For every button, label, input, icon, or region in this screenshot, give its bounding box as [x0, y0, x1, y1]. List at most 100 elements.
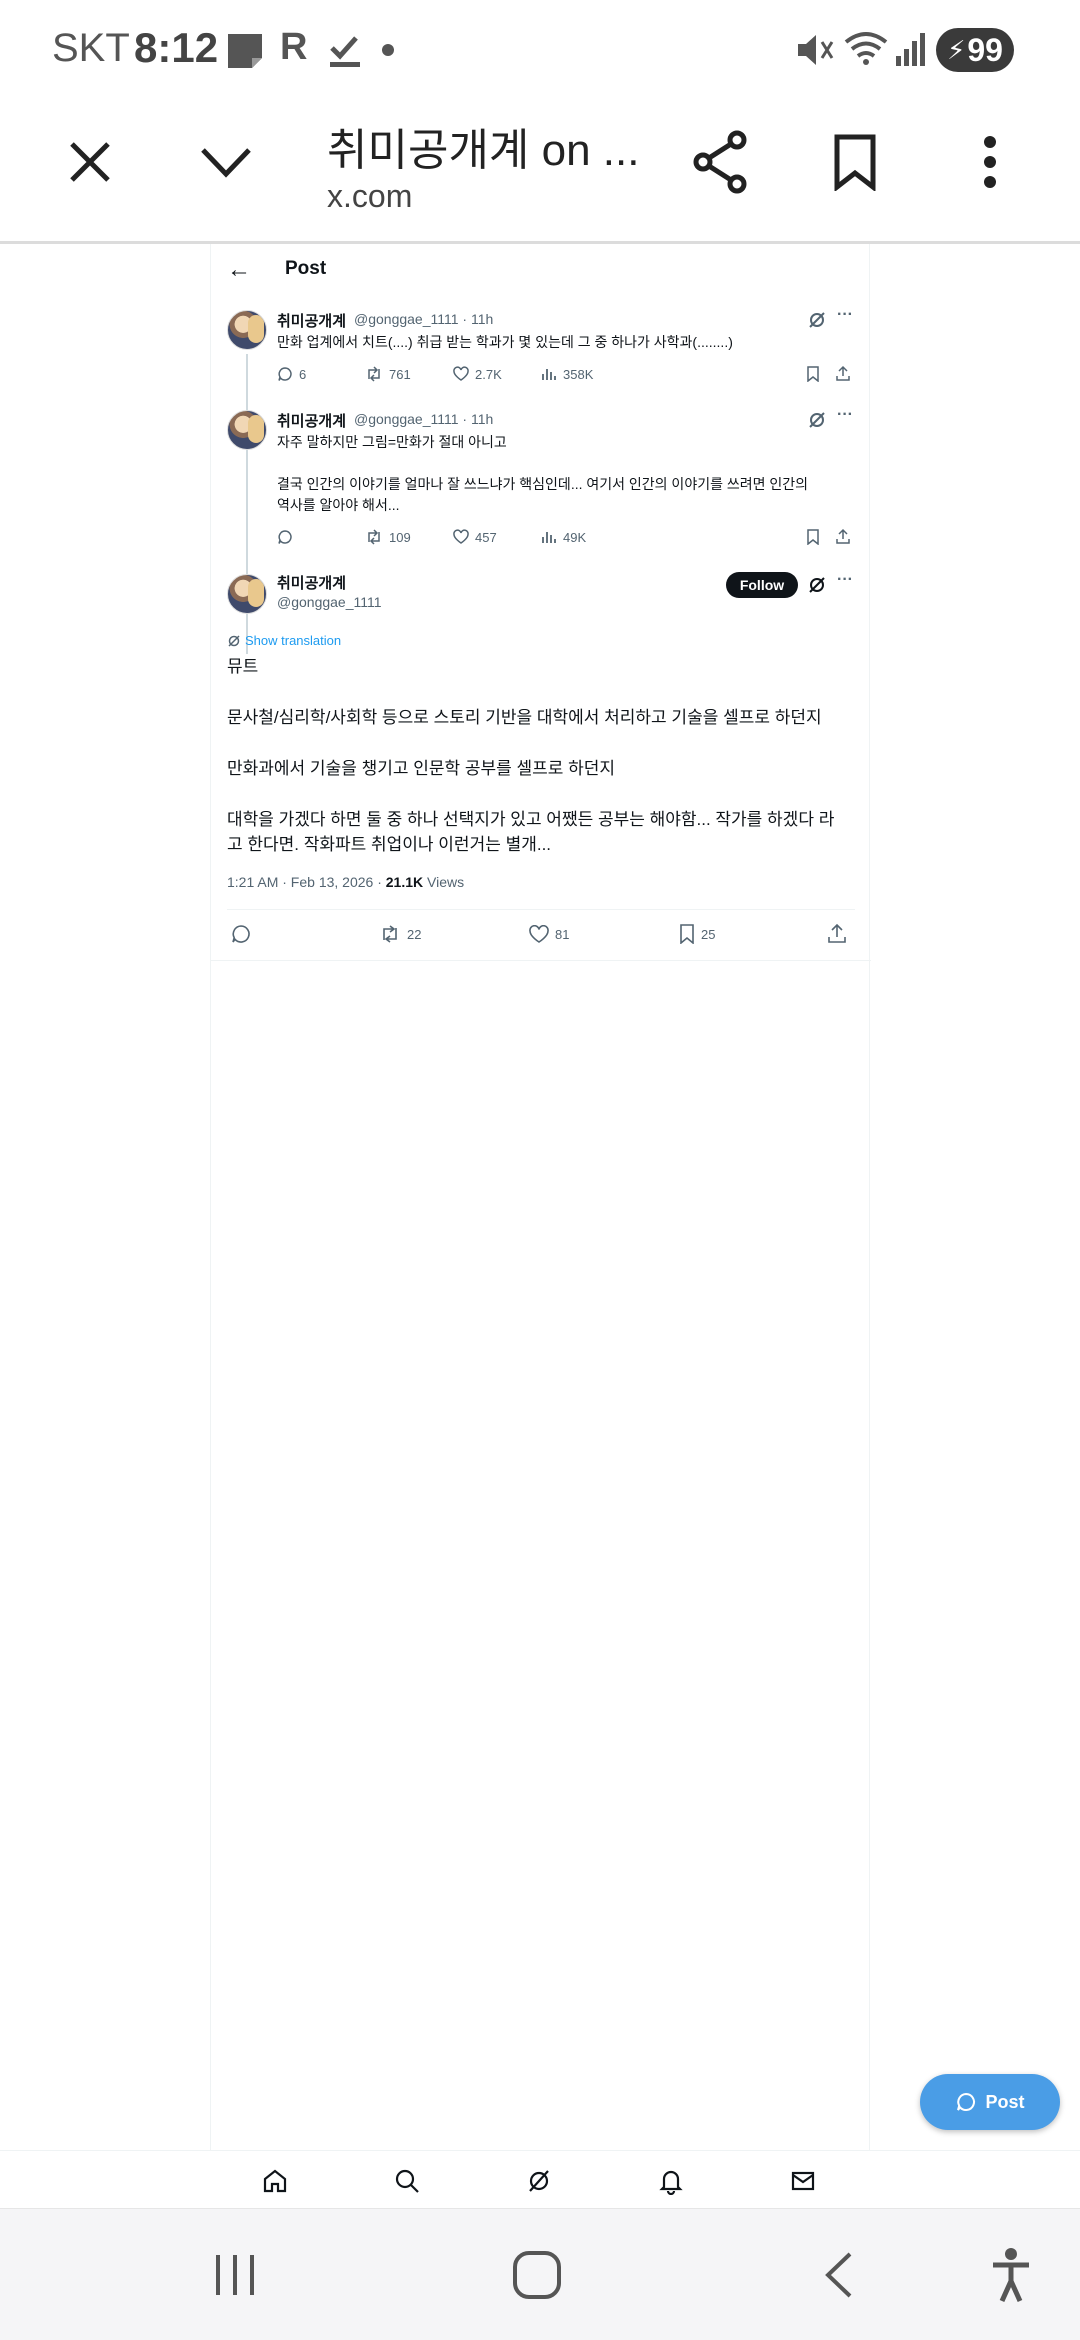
views-count: 358K — [563, 366, 594, 382]
home-button-icon[interactable] — [502, 2245, 572, 2305]
author-name[interactable]: 취미공개계 — [277, 410, 346, 431]
signal-icon — [894, 30, 928, 68]
retweet-icon — [379, 925, 401, 943]
x-post-page: ← Post 취미공개계 @gonggae_1111 · 11h ··· 만화 … — [210, 244, 871, 2150]
views-chart-icon — [541, 366, 557, 382]
retweet-count: 761 — [389, 366, 411, 382]
like-count: 81 — [555, 926, 570, 942]
follow-button[interactable]: Follow — [726, 572, 798, 598]
carrier-label: SKT — [52, 26, 130, 70]
battery-charging-icon: ⚡ 99 — [936, 28, 1014, 72]
custom-tab-toolbar: 취미공개계 on ... x.com — [0, 96, 1080, 244]
grok-icon[interactable] — [521, 2163, 557, 2199]
reply-button[interactable] — [231, 924, 251, 944]
like-button[interactable]: 2.7K — [453, 366, 502, 382]
bookmark-button[interactable]: 25 — [679, 924, 715, 944]
tweet-paragraph: 대학을 가겠다 하면 둘 중 하나 선택지가 있고 어쨌든 공부는 해야함...… — [227, 810, 835, 854]
reply-button[interactable] — [277, 529, 299, 545]
author-handle[interactable]: @gonggae_1111 — [277, 594, 382, 610]
bookmark-icon[interactable] — [806, 366, 820, 387]
bookmark-icon — [679, 924, 695, 944]
avatar[interactable] — [227, 410, 267, 450]
share-icon[interactable] — [827, 923, 847, 949]
tweet-text: 만화 업계에서 치트(....) 취급 받는 학과가 몇 있는데 그 중 하나가… — [277, 334, 733, 350]
tweet-paragraph: 뮤트 — [227, 657, 259, 676]
like-button[interactable]: 457 — [453, 529, 497, 545]
heart-icon — [529, 925, 549, 943]
bookmark-icon[interactable] — [815, 122, 895, 202]
reply-button[interactable]: 6 — [277, 366, 306, 382]
accessibility-icon[interactable] — [976, 2245, 1046, 2305]
retweet-icon — [365, 529, 383, 545]
x-bottom-tab-bar — [0, 2150, 1080, 2208]
avatar[interactable] — [227, 310, 267, 350]
chevron-down-icon[interactable] — [186, 122, 266, 202]
reply-icon — [277, 366, 293, 382]
author-handle-time: @gonggae_1111 · 11h — [354, 411, 494, 427]
views-chart-icon — [541, 529, 557, 545]
compose-post-label: Post — [985, 2091, 1025, 2112]
note-icon — [226, 32, 264, 70]
retweet-button[interactable]: 109 — [365, 529, 411, 545]
share-icon[interactable] — [835, 365, 851, 387]
system-navigation-bar — [0, 2208, 1080, 2340]
post-header: ← Post — [211, 244, 871, 300]
show-translation-label: Show translation — [245, 633, 342, 648]
views-button[interactable]: 358K — [541, 366, 593, 382]
reply-count: 6 — [299, 366, 307, 382]
tweet-paragraph: 만화과에서 기술을 챙기고 인문학 공부를 셀프로 하던지 — [227, 759, 616, 778]
recent-apps-icon[interactable] — [200, 2245, 270, 2305]
heart-icon — [453, 529, 469, 545]
page-url: x.com — [327, 178, 413, 214]
back-arrow-icon[interactable]: ← — [227, 256, 251, 284]
back-icon[interactable] — [804, 2245, 874, 2305]
retweet-count: 22 — [407, 926, 422, 942]
show-translation-link[interactable]: Show translation — [227, 633, 341, 648]
retweet-count: 109 — [389, 529, 411, 545]
views-button[interactable]: 49K — [541, 529, 586, 545]
like-button[interactable]: 81 — [529, 925, 569, 943]
grok-icon[interactable] — [807, 410, 827, 430]
grok-icon[interactable] — [807, 575, 827, 595]
wifi-icon — [842, 28, 890, 68]
views-label: Views — [423, 874, 465, 890]
battery-level: 99 — [967, 31, 1003, 68]
download-check-icon — [328, 32, 362, 68]
more-icon[interactable]: ··· — [837, 406, 853, 424]
more-icon[interactable]: ··· — [837, 571, 853, 589]
retweet-button[interactable]: 22 — [379, 925, 421, 943]
share-icon[interactable] — [681, 122, 761, 202]
compose-post-button[interactable]: Post — [920, 2074, 1060, 2130]
more-icon[interactable]: ··· — [837, 306, 853, 324]
close-icon[interactable] — [50, 122, 130, 202]
views-count: 49K — [563, 529, 587, 545]
retweet-button[interactable]: 761 — [365, 366, 411, 382]
bookmark-icon[interactable] — [806, 529, 820, 550]
more-options-icon[interactable] — [950, 122, 1030, 202]
tweet-timestamp: 1:21 AM · Feb 13, 2026 · 21.1K Views — [227, 874, 464, 890]
bookmark-count: 25 — [701, 926, 716, 942]
mute-icon — [796, 32, 836, 68]
tweet-text: 자주 말하지만 그림=만화가 절대 아니고 결국 인간의 이야기를 얼마나 잘 … — [277, 434, 809, 513]
like-count: 2.7K — [475, 366, 502, 382]
author-name[interactable]: 취미공개계 — [277, 572, 346, 593]
grok-icon — [227, 634, 241, 648]
tweet-paragraph: 문사철/심리학/사회학 등으로 스토리 기반을 대학에서 처리하고 기술을 셀프… — [227, 708, 822, 727]
chat-bubble-icon — [955, 2091, 977, 2113]
views-count: 21.1K — [385, 874, 424, 890]
divider — [211, 960, 871, 961]
home-icon[interactable] — [257, 2163, 293, 2199]
status-bar: SKT 8:12 R ⚡ 99 — [0, 0, 1080, 96]
search-icon[interactable] — [389, 2163, 425, 2199]
grok-icon[interactable] — [807, 310, 827, 330]
bell-icon[interactable] — [653, 2163, 689, 2199]
author-name[interactable]: 취미공개계 — [277, 310, 346, 331]
avatar[interactable] — [227, 574, 267, 614]
share-icon[interactable] — [835, 528, 851, 550]
mail-icon[interactable] — [785, 2163, 821, 2199]
timestamp-text[interactable]: 1:21 AM · Feb 13, 2026 · — [227, 874, 386, 890]
r-app-icon: R — [280, 26, 308, 68]
post-header-title: Post — [285, 258, 327, 279]
dot-icon — [382, 44, 394, 56]
retweet-icon — [365, 366, 383, 382]
